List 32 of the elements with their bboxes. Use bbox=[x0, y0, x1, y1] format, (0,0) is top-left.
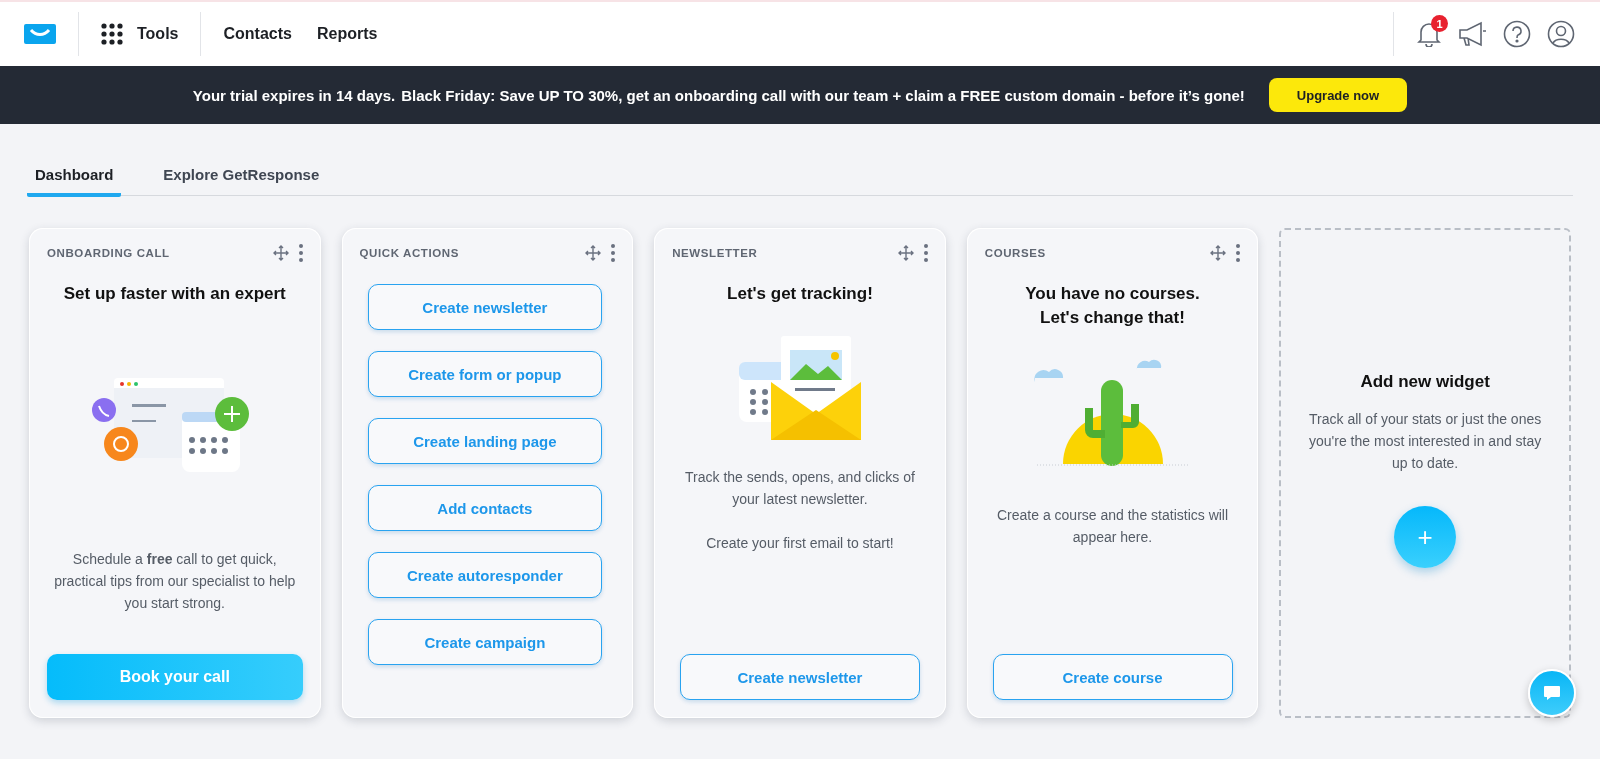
widget-description: Track the sends, opens, and clicks of your latest newsletter. bbox=[684, 468, 916, 509]
quick-action-button[interactable]: Create autoresponder bbox=[367, 552, 603, 598]
tab[interactable]: Explore GetResponse bbox=[155, 158, 328, 197]
book-call-button[interactable]: Book your call bbox=[47, 654, 303, 700]
quick-action-button[interactable]: Create newsletter bbox=[367, 284, 603, 330]
widget-heading: Add new widget bbox=[1360, 371, 1490, 393]
upgrade-button[interactable]: Upgrade now bbox=[1268, 78, 1408, 112]
quick-action-button[interactable]: Create form or popup bbox=[367, 351, 603, 397]
widget-title: NEWSLETTER bbox=[672, 247, 758, 259]
widget-title: QUICK ACTIONS bbox=[359, 247, 459, 259]
widget-description: Create a course and the statistics will appear here. bbox=[995, 506, 1230, 547]
nav-link[interactable]: Contacts bbox=[223, 25, 292, 43]
nav-link[interactable]: Reports bbox=[316, 25, 378, 43]
add-widget-button[interactable]: + bbox=[1394, 506, 1457, 568]
create-course-button[interactable]: Create course bbox=[992, 654, 1233, 700]
quick-action-button[interactable]: Create campaign bbox=[367, 619, 603, 665]
widget-description: Track all of your stats or just the ones you're the most interested in and stay up to date. bbox=[1308, 410, 1543, 473]
quick-action-button[interactable]: Create landing page bbox=[367, 418, 603, 464]
widget-description: Schedule a free call to get quick, practical tips from our specialist to help you start strong. bbox=[53, 550, 297, 613]
widget-heading: You have no courses. Let's change that! bbox=[1024, 283, 1201, 329]
widget-description: Create your first email to start! bbox=[705, 534, 895, 553]
trial-notice: Your trial expires in 14 days. bbox=[192, 86, 396, 104]
tab[interactable]: Dashboard bbox=[27, 158, 122, 197]
widget-title: COURSES bbox=[984, 247, 1046, 259]
widget-title: ONBOARDING CALL bbox=[47, 247, 170, 259]
promo-text: Black Friday: Save UP TO 30%, get an onboarding call with our team + claim a FREE custom domain - before it’s gone! bbox=[401, 86, 1245, 104]
tools-menu[interactable]: Tools bbox=[101, 23, 179, 45]
notification-badge: 1 bbox=[1431, 15, 1448, 32]
quick-action-button[interactable]: Add contacts bbox=[367, 485, 603, 531]
create-newsletter-button[interactable]: Create newsletter bbox=[679, 654, 920, 700]
widget-heading: Set up faster with an expert bbox=[62, 283, 287, 305]
widget-heading: Let's get tracking! bbox=[727, 283, 873, 305]
